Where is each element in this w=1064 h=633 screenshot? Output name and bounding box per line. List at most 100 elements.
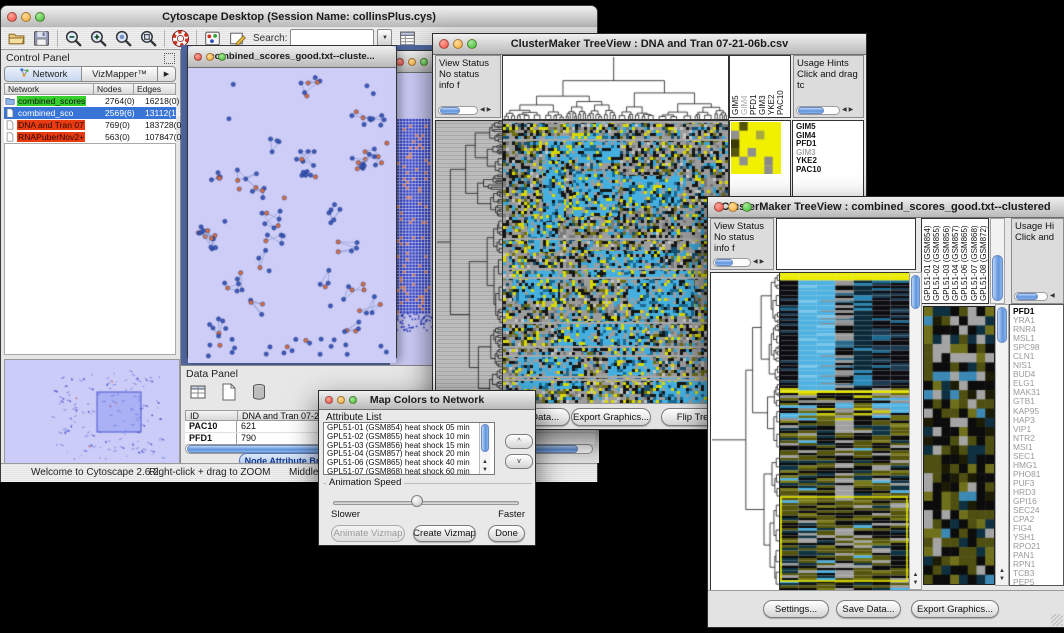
column-label[interactable]: GPL51-01 (GSM854): [924, 221, 932, 301]
view-status-scrollbar[interactable]: ◀▶: [438, 106, 491, 115]
create-vizmapbutton[interactable]: Create Vizmap: [413, 525, 476, 542]
view-status-label: View Status: [439, 58, 497, 69]
usage-hints-scrollbar[interactable]: ◀▶: [796, 106, 853, 115]
close-icon[interactable]: [325, 396, 333, 404]
column-label[interactable]: GPL51-06 (GSM865): [961, 221, 969, 301]
settings-button[interactable]: Settings...: [763, 600, 829, 618]
save-data-button[interactable]: Save Data...: [836, 600, 901, 618]
zoom-in-icon[interactable]: [89, 29, 108, 48]
minimize-icon[interactable]: [728, 202, 738, 212]
resize-grip[interactable]: [1051, 614, 1063, 626]
column-label[interactable]: GPL51-07 (GSM868): [971, 221, 979, 301]
network-row[interactable]: combined_sco2569(6)13112(15): [4, 107, 176, 119]
close-icon[interactable]: [194, 53, 202, 61]
attribute-list[interactable]: GPL51-01 (GSM854) heat shock 05 minGPL51…: [323, 422, 495, 475]
column-label[interactable]: YKE2: [768, 58, 776, 115]
save-icon[interactable]: [32, 29, 51, 48]
column-labels-scrollbar[interactable]: [990, 218, 1005, 304]
zoom-actual-icon[interactable]: [139, 29, 158, 48]
column-label[interactable]: GIM3: [759, 58, 767, 115]
folder-icon: [5, 96, 16, 106]
export-graphics-button[interactable]: Export Graphics...: [571, 408, 651, 426]
column-label[interactable]: GPL51-03 (GSM856): [943, 221, 951, 301]
zoom-window-icon[interactable]: [467, 39, 477, 49]
control-panel-title: Control Panel: [6, 52, 70, 64]
dialog-titlebar[interactable]: Map Colors to Network: [319, 391, 535, 410]
zoom-window-icon[interactable]: [349, 396, 357, 404]
delete-icon[interactable]: [249, 382, 269, 402]
network-canvas[interactable]: [188, 68, 396, 363]
attribute-item[interactable]: GPL51-07 (GSM868) heat shock 60 min: [327, 468, 494, 475]
zoom-out-icon[interactable]: [64, 29, 83, 48]
treeview-combined-titlebar[interactable]: ClusterMaker TreeView : combined_scores_…: [708, 197, 1064, 218]
column-label[interactable]: PFD1: [750, 58, 758, 115]
new-page-icon[interactable]: [219, 382, 239, 402]
tab-overflow-arrow[interactable]: ▶: [158, 66, 176, 82]
minimize-icon[interactable]: [206, 53, 214, 61]
col-edges[interactable]: Edges: [134, 83, 176, 95]
gene-list[interactable]: PFD1YRA1RNR4MSL1SPC98CLN1NIS1BUD4ELG1MAK…: [1009, 304, 1064, 586]
close-icon[interactable]: [439, 39, 449, 49]
usage-hints-scrollbar[interactable]: ◀: [1014, 292, 1055, 301]
move-down-button[interactable]: v: [505, 454, 533, 469]
zoom-matrix[interactable]: [731, 122, 781, 174]
column-tree-area: [776, 218, 916, 270]
close-icon[interactable]: [7, 12, 17, 22]
zoom-window-icon[interactable]: [742, 202, 752, 212]
network-list-empty-area: [4, 143, 176, 355]
animate-vizmapbutton[interactable]: Animate Vizmap: [331, 525, 405, 542]
zoom-heatmap[interactable]: [923, 306, 995, 585]
minimize-icon[interactable]: [337, 396, 345, 404]
heatmap[interactable]: [502, 120, 729, 406]
col-nodes[interactable]: Nodes: [94, 83, 134, 95]
birdseye-view[interactable]: [4, 359, 180, 465]
row-label[interactable]: PAC10: [796, 166, 863, 175]
zoom-window-icon[interactable]: [218, 53, 226, 61]
column-label[interactable]: GIM4: [741, 58, 749, 115]
zoom-window-icon[interactable]: [35, 12, 45, 22]
minimize-icon[interactable]: [408, 58, 416, 66]
speed-slider-track[interactable]: [333, 501, 519, 505]
speed-slider-thumb[interactable]: [411, 495, 423, 507]
gene-list-scrollbar[interactable]: ▲ ▼: [995, 304, 1009, 586]
float-panel-icon[interactable]: [164, 53, 175, 64]
minimize-icon[interactable]: [453, 39, 463, 49]
zoom-selected-icon[interactable]: [114, 29, 133, 48]
heatmap-vscrollbar[interactable]: ▲ ▼: [909, 272, 922, 590]
move-up-button[interactable]: ^: [505, 434, 533, 449]
minimize-icon[interactable]: [21, 12, 31, 22]
slower-label: Slower: [331, 509, 360, 520]
data-panel-toolbar: [189, 382, 269, 402]
column-label[interactable]: GPL51-02 (GSM855): [933, 221, 941, 301]
row-dendrogram[interactable]: [435, 120, 503, 406]
column-dendrogram[interactable]: [502, 55, 729, 120]
heatmap[interactable]: [779, 272, 910, 592]
table-icon[interactable]: [189, 382, 209, 402]
zoom-window-icon[interactable]: [420, 58, 428, 66]
main-titlebar[interactable]: Cytoscape Desktop (Session Name: collins…: [1, 6, 597, 28]
network-window-titlebar[interactable]: combined_scores_good.txt--cluste...: [188, 46, 396, 68]
close-icon[interactable]: [396, 58, 404, 66]
column-label[interactable]: PAC10: [777, 58, 785, 115]
tab-network[interactable]: Network: [4, 66, 82, 82]
column-label[interactable]: GPL51-08 (GSM872): [980, 221, 988, 301]
row-dendrogram[interactable]: [710, 272, 781, 592]
donebutton[interactable]: Done: [488, 525, 525, 542]
treeview-dna-titlebar[interactable]: ClusterMaker TreeView : DNA and Tran 07-…: [433, 34, 866, 55]
open-folder-icon[interactable]: [7, 29, 26, 48]
column-label[interactable]: GPL51-04 (GSM857): [952, 221, 960, 301]
scroll-thumb[interactable]: [481, 424, 489, 452]
col-id[interactable]: ID: [186, 411, 238, 420]
network-row[interactable]: combined_scores2764(0)16218(0): [4, 95, 176, 107]
gene-label[interactable]: PEP5: [1013, 578, 1063, 586]
export-graphics-button[interactable]: Export Graphics...: [911, 600, 999, 618]
close-icon[interactable]: [714, 202, 724, 212]
column-label[interactable]: GIM5: [732, 58, 740, 115]
attribute-list-scrollbar[interactable]: ▲ ▼: [479, 423, 490, 474]
search-label: Search:: [253, 33, 287, 44]
network-row[interactable]: DNA and Tran 07769(0)183728(0): [4, 119, 176, 131]
tab-vizmapper[interactable]: VizMapper™: [82, 66, 158, 82]
view-status-scrollbar[interactable]: ◀▶: [713, 258, 764, 267]
network-row[interactable]: RNAPuberNov2+563(0)107847(0): [4, 131, 176, 143]
col-network[interactable]: Network: [4, 83, 94, 95]
